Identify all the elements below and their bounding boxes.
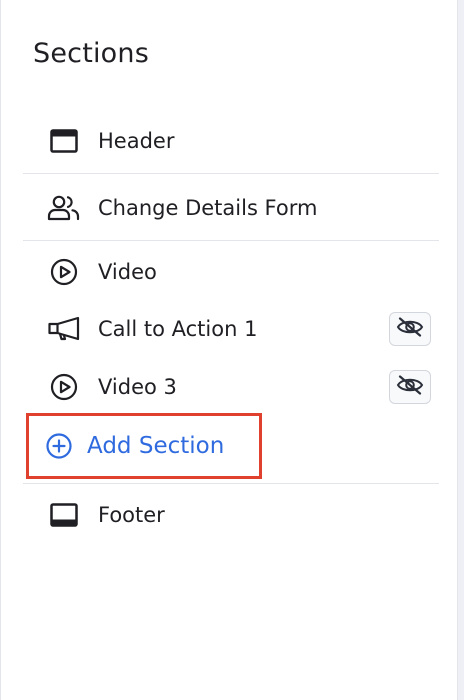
section-item-header[interactable]: Header bbox=[23, 116, 439, 166]
eye-off-icon bbox=[396, 375, 424, 399]
play-circle-icon bbox=[47, 255, 81, 289]
section-item-call-to-action-1[interactable]: Call to Action 1 bbox=[23, 304, 439, 354]
section-item-label: Video 3 bbox=[98, 375, 177, 399]
divider bbox=[23, 483, 439, 484]
section-item-label: Change Details Form bbox=[98, 196, 318, 220]
eye-off-icon bbox=[396, 317, 424, 341]
add-section-label: Add Section bbox=[87, 433, 225, 459]
divider bbox=[23, 240, 439, 241]
section-item-label: Footer bbox=[98, 503, 165, 527]
section-item-video-3[interactable]: Video 3 bbox=[23, 362, 439, 412]
section-item-video[interactable]: Video bbox=[23, 247, 439, 297]
play-circle-icon bbox=[47, 370, 81, 404]
footer-layout-icon bbox=[47, 498, 81, 532]
sections-panel: Sections Header Change Details Form Vide… bbox=[0, 0, 458, 700]
section-item-label: Header bbox=[98, 129, 175, 153]
megaphone-icon bbox=[47, 312, 81, 346]
visibility-toggle-button[interactable] bbox=[389, 370, 431, 404]
section-item-label: Call to Action 1 bbox=[98, 317, 258, 341]
users-icon bbox=[47, 191, 81, 225]
plus-circle-icon bbox=[45, 432, 73, 460]
header-layout-icon bbox=[47, 124, 81, 158]
section-item-footer[interactable]: Footer bbox=[23, 490, 439, 540]
divider bbox=[23, 173, 439, 174]
add-section-button[interactable]: Add Section bbox=[45, 420, 224, 472]
panel-title: Sections bbox=[33, 38, 149, 69]
section-item-change-details-form[interactable]: Change Details Form bbox=[23, 183, 439, 233]
visibility-toggle-button[interactable] bbox=[389, 312, 431, 346]
section-item-label: Video bbox=[98, 260, 157, 284]
